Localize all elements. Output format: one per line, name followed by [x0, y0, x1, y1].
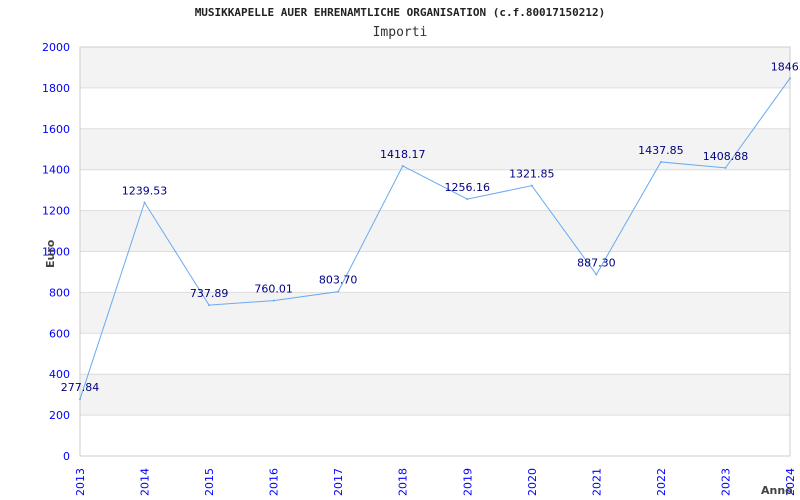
- data-label: 1437.85: [638, 144, 684, 157]
- data-point: [659, 160, 662, 163]
- x-tick-label: 2019: [461, 468, 474, 496]
- y-tick-label: 1200: [42, 205, 70, 218]
- grid-band: [80, 374, 790, 416]
- grid-band: [80, 251, 790, 293]
- y-tick-label: 1800: [42, 82, 70, 95]
- x-tick-label: 2023: [719, 468, 732, 496]
- data-label: 737.89: [190, 287, 229, 300]
- data-point: [530, 184, 533, 187]
- data-label: 1256.16: [445, 181, 491, 194]
- data-label: 277.84: [61, 381, 100, 394]
- x-tick-label: 2021: [590, 468, 603, 496]
- data-point: [724, 166, 727, 169]
- x-tick-label: 2013: [74, 468, 87, 496]
- data-label: 1846.9: [771, 60, 800, 73]
- data-point: [595, 273, 598, 276]
- y-tick-label: 1600: [42, 123, 70, 136]
- x-tick-label: 2017: [332, 468, 345, 496]
- y-tick-label: 600: [49, 327, 70, 340]
- x-tick-label: 2016: [268, 468, 281, 496]
- x-tick-label: 2018: [397, 468, 410, 496]
- data-point: [337, 290, 340, 293]
- grid-band: [80, 210, 790, 252]
- data-point: [466, 198, 469, 201]
- data-point: [401, 164, 404, 167]
- line-chart: 0200400600800100012001400160018002000201…: [42, 41, 800, 497]
- data-label: 1418.17: [380, 148, 426, 161]
- y-tick-label: 0: [63, 450, 70, 463]
- data-label: 1408.88: [703, 150, 749, 163]
- data-label: 887.30: [577, 257, 616, 270]
- data-label: 1239.53: [122, 185, 168, 198]
- data-point: [272, 299, 275, 302]
- x-tick-label: 2020: [526, 468, 539, 496]
- data-label: 803.70: [319, 274, 358, 287]
- data-point: [789, 77, 791, 80]
- x-tick-label: 2014: [139, 468, 152, 496]
- grid-band: [80, 169, 790, 211]
- y-tick-label: 1400: [42, 164, 70, 177]
- grid-band: [80, 415, 790, 456]
- data-point: [79, 398, 81, 401]
- data-label: 1321.85: [509, 168, 555, 181]
- x-tick-label: 2022: [655, 468, 668, 496]
- y-tick-label: 200: [49, 409, 70, 422]
- y-tick-label: 800: [49, 286, 70, 299]
- y-tick-label: 400: [49, 368, 70, 381]
- x-axis-label: Anno: [761, 484, 793, 497]
- grid-band: [80, 47, 790, 88]
- y-axis-label: Euro: [44, 239, 57, 268]
- y-tick-label: 2000: [42, 41, 70, 54]
- data-label: 760.01: [254, 283, 293, 296]
- data-point: [208, 304, 211, 307]
- grid-band: [80, 292, 790, 334]
- grid-band: [80, 333, 790, 375]
- data-point: [143, 201, 146, 204]
- grid-band: [80, 87, 790, 129]
- x-tick-label: 2015: [203, 468, 216, 496]
